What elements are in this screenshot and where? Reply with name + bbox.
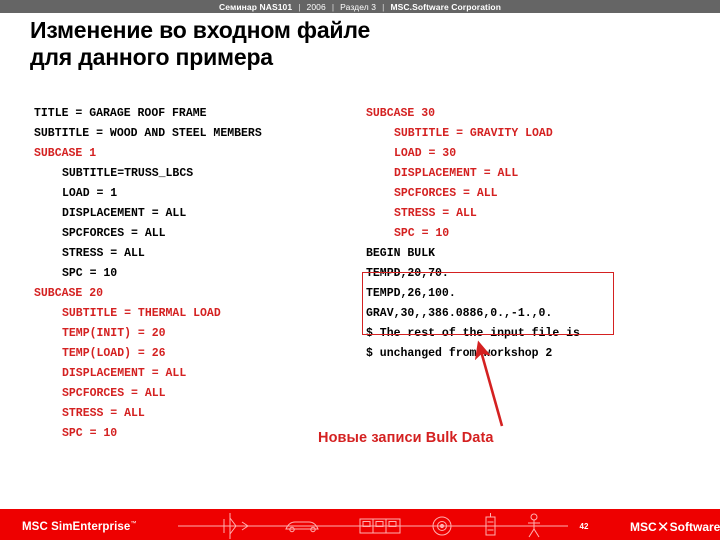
car-icon [285, 521, 319, 533]
code-line: SPCFORCES = ALL [62, 227, 166, 240]
header-seminar: Семинар NAS101 [219, 1, 293, 12]
annotation-caption: Новые записи Bulk Data [318, 430, 494, 446]
code-line: STRESS = ALL [394, 207, 477, 220]
page-title-line-1: Изменение во входном файле [30, 17, 371, 43]
code-line: LOAD = 30 [394, 147, 457, 160]
slide: Семинар NAS101 | 2006 | Раздел 3 | MSC.S… [0, 0, 720, 540]
msc-software-logo: MSC✕Software® [630, 519, 720, 536]
header-text-group: Семинар NAS101 | 2006 | Раздел 3 | MSC.S… [0, 0, 720, 13]
code-line: BEGIN BULK [366, 247, 436, 260]
airplane-icon [220, 513, 249, 539]
footer-brand-text: MSC SimEnterprise [22, 521, 131, 533]
code-line: SPCFORCES = ALL [62, 387, 166, 400]
code-line: SUBTITLE = GRAVITY LOAD [394, 127, 553, 140]
code-line: SUBTITLE = THERMAL LOAD [62, 307, 221, 320]
code-line: SUBTITLE=TRUSS_LBCS [62, 167, 194, 180]
code-line: TEMPD,26,100. [366, 287, 456, 300]
code-line: SUBCASE 30 [366, 107, 436, 120]
header-separator-1: | [298, 1, 301, 12]
code-block-left: TITLE = GARAGE ROOF FRAME SUBTITLE = WOOD… [34, 104, 364, 444]
code-line: SPC = 10 [62, 427, 118, 440]
code-line: TEMP(INIT) = 20 [62, 327, 166, 340]
header-separator-2: | [331, 1, 335, 12]
header-separator-3: | [382, 1, 385, 12]
code-line: TITLE = GARAGE ROOF FRAME [34, 107, 207, 120]
header-section: Раздел 3 [340, 1, 377, 12]
code-line: LOAD = 1 [62, 187, 118, 200]
footer-brand-tm: ™ [130, 521, 137, 528]
logo-software-text: Software [669, 520, 720, 534]
footer-brand: MSC SimEnterprise™ [22, 521, 137, 533]
footer-bar: MSC SimEnterprise™ 42 MSC✕Software [0, 509, 720, 540]
header-company: MSC.Software Corporation [390, 1, 501, 12]
code-line: SPC = 10 [394, 227, 450, 240]
code-line: DISPLACEMENT = ALL [394, 167, 519, 180]
code-line: GRAV,30,,386.0886,0.,-1.,0. [366, 307, 553, 320]
code-line: STRESS = ALL [62, 407, 145, 420]
train-icon [359, 518, 401, 534]
phone-icon [485, 513, 496, 536]
footer-icon-strip [178, 513, 568, 539]
code-line: DISPLACEMENT = ALL [62, 367, 187, 380]
code-line: DISPLACEMENT = ALL [62, 207, 187, 220]
code-line: SPC = 10 [62, 267, 118, 280]
page-title-line-2: для данного примера [30, 44, 273, 70]
code-line: SUBCASE 20 [34, 287, 104, 300]
code-line: SUBCASE 1 [34, 147, 97, 160]
page-number: 42 [579, 522, 589, 531]
header-bar: Семинар NAS101 | 2006 | Раздел 3 | MSC.S… [0, 0, 720, 13]
code-line: STRESS = ALL [62, 247, 145, 260]
logo-x-icon: ✕ [656, 519, 670, 536]
code-line: TEMP(LOAD) = 26 [62, 347, 166, 360]
code-line: TEMPD,20,70. [366, 267, 449, 280]
page-title: Изменение во входном файле для данного п… [30, 17, 670, 71]
logo-msc-text: MSC [630, 520, 657, 534]
callout-arrow-icon [474, 340, 504, 427]
code-line: SUBTITLE = WOOD AND STEEL MEMBERS [34, 127, 262, 140]
header-year: 2006 [306, 1, 326, 12]
code-block-right: SUBCASE 30 SUBTITLE = GRAVITY LOAD LOAD = … [366, 104, 666, 364]
code-line: SPCFORCES = ALL [394, 187, 498, 200]
